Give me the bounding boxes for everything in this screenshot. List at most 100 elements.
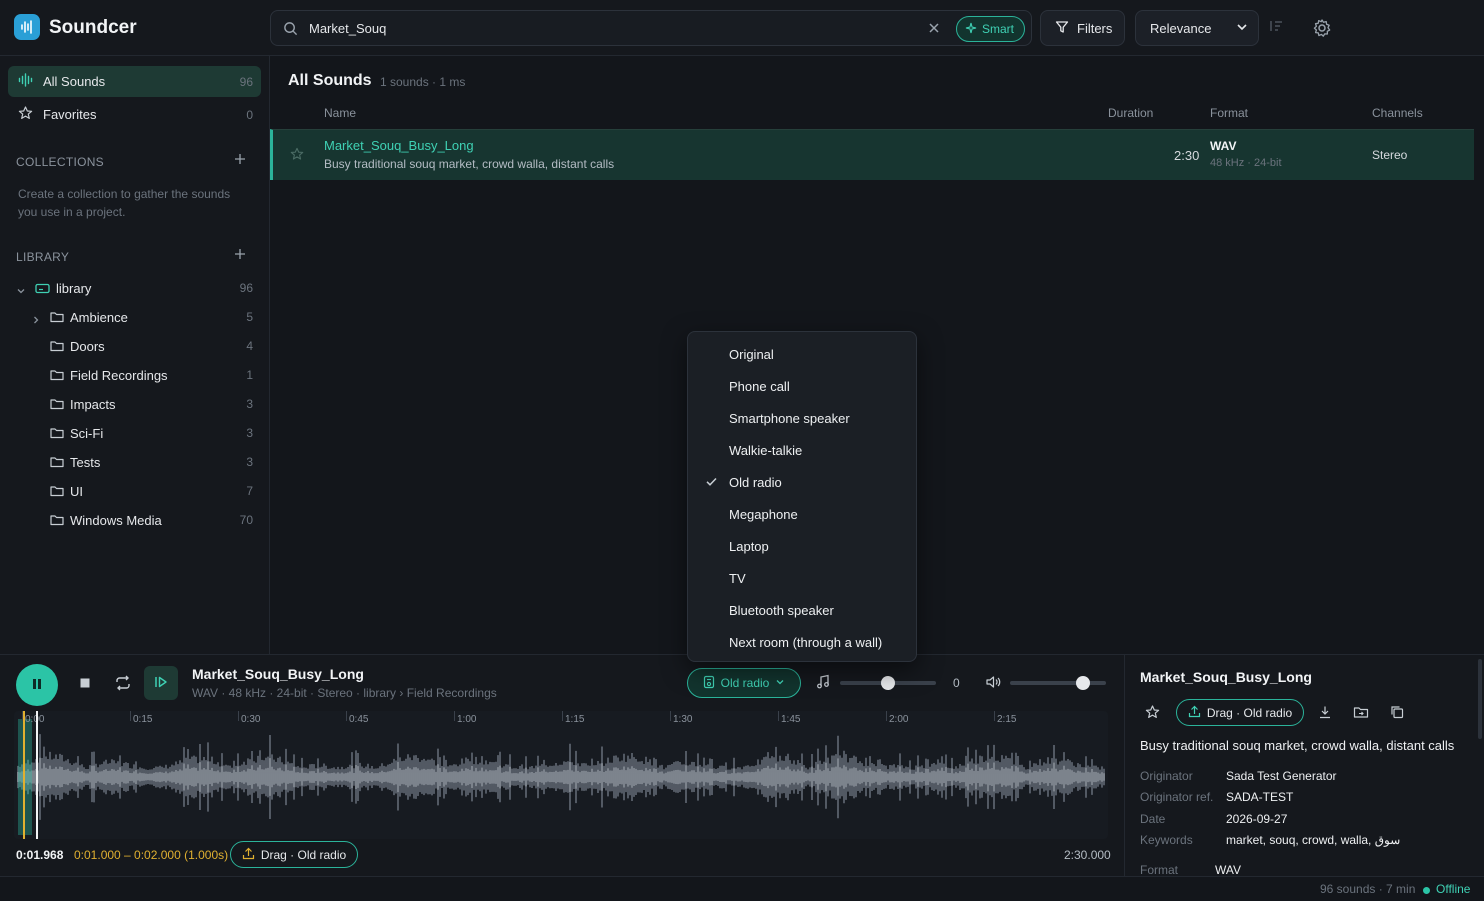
column-header-name[interactable]: Name bbox=[324, 106, 356, 120]
chevron-down-icon bbox=[775, 676, 785, 690]
tree-item-folder[interactable]: Field Recordings 1 bbox=[0, 363, 270, 389]
player-panel: Market_Souq_Busy_Long WAV · 48 kHz · 24-… bbox=[0, 654, 1124, 876]
loop-selection-button[interactable] bbox=[144, 666, 178, 700]
timeline-tick-label: 1:00 bbox=[457, 714, 477, 725]
metadata-value: SADA-TEST bbox=[1226, 790, 1294, 804]
sort-select[interactable]: Relevance bbox=[1135, 10, 1259, 46]
column-header-channels[interactable]: Channels bbox=[1372, 106, 1423, 120]
details-drag-label: Drag · Old radio bbox=[1206, 705, 1293, 720]
tree-item-count: 1 bbox=[246, 368, 253, 382]
tree-item-count: 7 bbox=[246, 484, 253, 498]
filters-button[interactable]: Filters bbox=[1040, 10, 1125, 46]
menu-item-effect[interactable]: Original bbox=[688, 338, 916, 370]
sidebar-item-all-sounds[interactable]: All Sounds 96 bbox=[8, 66, 261, 97]
menu-item-effect[interactable]: TV bbox=[688, 562, 916, 594]
pause-button[interactable] bbox=[16, 664, 58, 706]
app-name: Soundcer bbox=[49, 17, 137, 38]
effect-select-button[interactable]: Old radio bbox=[687, 668, 801, 698]
menu-item-effect[interactable]: Next room (through a wall) bbox=[688, 626, 916, 658]
folder-icon bbox=[50, 427, 64, 442]
menu-item-label: Old radio bbox=[729, 474, 782, 490]
chevron-right-icon[interactable] bbox=[31, 313, 41, 328]
tree-item-folder[interactable]: Ambience 5 bbox=[0, 305, 270, 331]
waveform-rms bbox=[17, 757, 1105, 797]
tree-item-folder[interactable]: Impacts 3 bbox=[0, 392, 270, 418]
menu-item-effect[interactable]: Bluetooth speaker bbox=[688, 594, 916, 626]
timeline-tick-label: 1:45 bbox=[781, 714, 801, 725]
row-channels: Stereo bbox=[1372, 148, 1408, 162]
search-input[interactable]: Market_Souq bbox=[309, 21, 386, 36]
timeline-tick bbox=[454, 711, 455, 721]
tree-item-label: library bbox=[56, 281, 92, 296]
tree-item-folder[interactable]: Tests 3 bbox=[0, 450, 270, 476]
menu-item-label: Smartphone speaker bbox=[729, 410, 850, 426]
menu-item-effect[interactable]: Smartphone speaker bbox=[688, 402, 916, 434]
drag-export-button[interactable]: Drag · Old radio bbox=[230, 841, 358, 868]
column-header-format[interactable]: Format bbox=[1210, 106, 1248, 120]
pitch-slider-handle[interactable] bbox=[881, 676, 895, 690]
add-library-icon[interactable] bbox=[234, 247, 246, 265]
pause-icon bbox=[30, 677, 44, 694]
tree-item-label: Sci-Fi bbox=[70, 426, 104, 441]
menu-item-effect[interactable]: Old radio bbox=[688, 466, 916, 498]
selection-marker[interactable] bbox=[23, 711, 25, 839]
add-collection-icon[interactable] bbox=[234, 152, 246, 170]
metadata-key: Date bbox=[1140, 812, 1166, 826]
stop-icon[interactable] bbox=[79, 677, 91, 692]
timeline-tick-label: 0:45 bbox=[349, 714, 369, 725]
tree-item-library[interactable]: library 96 bbox=[0, 276, 270, 302]
menu-item-effect[interactable]: Megaphone bbox=[688, 498, 916, 530]
tree-item-label: Field Recordings bbox=[70, 368, 168, 383]
play-selection-icon bbox=[153, 675, 169, 692]
status-dot-icon bbox=[1423, 887, 1430, 894]
tree-item-folder[interactable]: Windows Media 70 bbox=[0, 508, 270, 534]
open-folder-icon[interactable] bbox=[1353, 705, 1369, 722]
volume-slider-handle[interactable] bbox=[1075, 676, 1090, 690]
menu-item-label: Phone call bbox=[729, 378, 790, 394]
result-meta: 1 sounds · 1 ms bbox=[380, 75, 466, 89]
playhead[interactable] bbox=[36, 711, 39, 839]
favorite-star-icon[interactable] bbox=[1145, 705, 1160, 722]
timeline-tick-label: 1:30 bbox=[673, 714, 693, 725]
gear-icon[interactable] bbox=[1312, 18, 1332, 41]
menu-item-effect[interactable]: Phone call bbox=[688, 370, 916, 402]
details-drag-button[interactable]: Drag · Old radio bbox=[1176, 699, 1304, 726]
details-scrollbar[interactable] bbox=[1478, 659, 1482, 739]
collections-hint: Create a collection to gather the sounds… bbox=[18, 187, 231, 219]
sidebar-item-label: Favorites bbox=[43, 107, 97, 122]
table-row[interactable]: Market_Souq_Busy_Long Busy traditional s… bbox=[270, 129, 1474, 180]
menu-item-label: Next room (through a wall) bbox=[729, 634, 883, 650]
tree-item-folder[interactable]: Doors 4 bbox=[0, 334, 270, 360]
tree-item-folder[interactable]: UI 7 bbox=[0, 479, 270, 505]
pitch-slider[interactable] bbox=[840, 676, 936, 690]
column-header-duration[interactable]: Duration bbox=[1108, 106, 1153, 120]
metadata-key: Originator bbox=[1140, 769, 1193, 783]
tree-item-count: 96 bbox=[239, 281, 253, 295]
waveform-display[interactable]: 0:00 0:15 0:30 0:45 1:00 1:15 1:30 1:45 2:00 2:15 bbox=[14, 711, 1108, 839]
metadata-value: WAV bbox=[1215, 863, 1241, 876]
sort-direction-icon[interactable] bbox=[1268, 19, 1284, 36]
volume-icon[interactable] bbox=[985, 675, 1001, 692]
folder-icon bbox=[50, 485, 64, 500]
volume-slider[interactable] bbox=[1010, 676, 1106, 690]
repeat-icon[interactable] bbox=[114, 674, 132, 695]
copy-icon[interactable] bbox=[1390, 705, 1404, 722]
menu-item-effect[interactable]: Laptop bbox=[688, 530, 916, 562]
timeline-tick-label: 0:15 bbox=[133, 714, 153, 725]
menu-item-label: Original bbox=[729, 346, 774, 362]
chevron-down-icon[interactable] bbox=[16, 284, 26, 299]
folder-icon bbox=[50, 456, 64, 471]
download-icon[interactable] bbox=[1318, 705, 1332, 722]
metadata-value: Sada Test Generator bbox=[1226, 769, 1337, 783]
status-bar: 96 sounds · 7 min Offline bbox=[0, 876, 1484, 901]
timeline-tick-label: 2:00 bbox=[889, 714, 909, 725]
clear-search-icon[interactable] bbox=[927, 21, 941, 38]
smart-search-toggle[interactable]: Smart bbox=[956, 16, 1026, 42]
row-name: Market_Souq_Busy_Long bbox=[324, 138, 474, 153]
selection-range: 0:01.000 – 0:02.000 (1.000s) bbox=[74, 848, 229, 862]
tree-item-folder[interactable]: Sci-Fi 3 bbox=[0, 421, 270, 447]
favorite-star-icon[interactable] bbox=[290, 147, 304, 164]
sidebar-item-favorites[interactable]: Favorites 0 bbox=[8, 99, 261, 130]
search-box[interactable]: Market_Souq Smart bbox=[270, 10, 1032, 46]
menu-item-effect[interactable]: Walkie-talkie bbox=[688, 434, 916, 466]
